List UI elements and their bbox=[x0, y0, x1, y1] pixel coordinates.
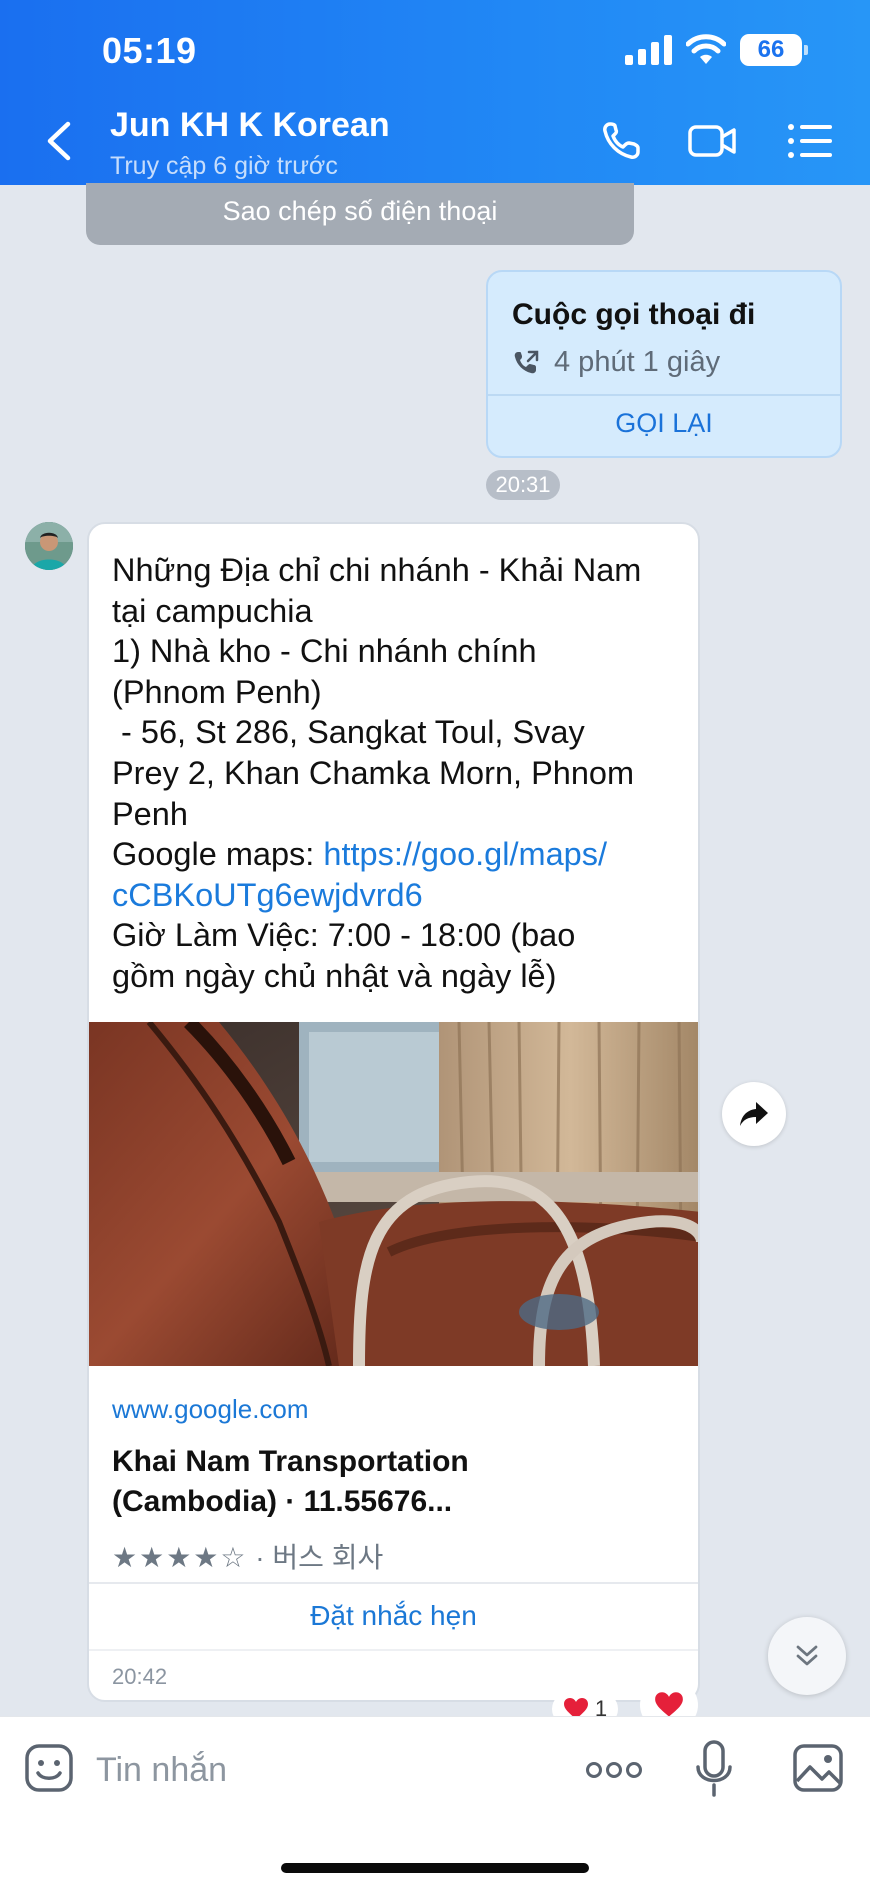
gallery-icon[interactable] bbox=[792, 1743, 844, 1793]
scroll-to-bottom-button[interactable] bbox=[768, 1617, 846, 1695]
call-divider bbox=[488, 394, 840, 396]
contact-name[interactable]: Jun KH K Korean bbox=[110, 106, 390, 145]
composer-bar bbox=[0, 1716, 870, 1883]
chevron-double-down-icon bbox=[796, 1645, 818, 1666]
call-timestamp: 20:31 bbox=[486, 470, 560, 500]
menu-icon[interactable] bbox=[786, 118, 836, 164]
hours-line: gồm ngày chủ nhật và ngày lễ) bbox=[112, 957, 557, 994]
copy-phone-button[interactable]: Sao chép số điện thoại bbox=[86, 183, 634, 245]
last-seen-status: Truy cập 6 giờ trước bbox=[110, 152, 338, 180]
message-line: tại campuchia bbox=[112, 592, 313, 629]
preview-title[interactable]: Khai Nam Transportation (Cambodia) · 11.… bbox=[112, 1442, 672, 1522]
message-line: (Phnom Penh) bbox=[112, 673, 322, 710]
message-text: Những Địa chỉ chi nhánh - Khải Nam tại c… bbox=[112, 550, 682, 997]
call-title: Cuộc gọi thoại đi bbox=[512, 298, 756, 331]
footer-divider bbox=[89, 1649, 698, 1651]
message-bubble[interactable]: Những Địa chỉ chi nhánh - Khải Nam tại c… bbox=[87, 522, 700, 1702]
message-input[interactable] bbox=[96, 1743, 556, 1797]
heart-icon bbox=[655, 1692, 683, 1717]
maps-link[interactable]: https://goo.gl/maps/ bbox=[323, 836, 607, 872]
call-duration-row: 4 phút 1 giây bbox=[512, 346, 720, 379]
preview-domain[interactable]: www.google.com bbox=[112, 1394, 309, 1425]
video-icon[interactable] bbox=[688, 118, 738, 164]
hours-line: Giờ Làm Việc: 7:00 - 18:00 (bao bbox=[112, 917, 576, 954]
mic-icon[interactable] bbox=[694, 1739, 734, 1799]
preview-divider bbox=[89, 1582, 698, 1584]
preview-title-line: Khai Nam Transportation bbox=[112, 1445, 469, 1478]
call-duration: 4 phút 1 giây bbox=[554, 346, 721, 378]
rating-stars: ★★★★☆ bbox=[112, 1542, 248, 1573]
battery-indicator: 66 bbox=[740, 34, 808, 66]
status-time: 05:19 bbox=[102, 30, 197, 71]
maps-line: Google maps: https://goo.gl/maps/ bbox=[112, 834, 682, 875]
message-time: 20:42 bbox=[112, 1664, 168, 1689]
back-icon[interactable] bbox=[40, 118, 80, 164]
message-line: 1) Nhà kho - Chi nhánh chính bbox=[112, 633, 537, 670]
signal-icon bbox=[625, 35, 672, 65]
link-preview-image[interactable] bbox=[89, 1022, 700, 1366]
preview-category: · 버스 회사 bbox=[247, 1542, 384, 1573]
message-line: - 56, St 286, Sangkat Toul, Svay bbox=[112, 714, 585, 751]
message-line: Những Địa chỉ chi nhánh - Khải Nam bbox=[112, 552, 642, 588]
message-line: Penh bbox=[112, 795, 188, 832]
avatar[interactable] bbox=[25, 522, 73, 570]
message-line: Prey 2, Khan Chamka Morn, Phnom bbox=[112, 754, 635, 791]
home-indicator bbox=[281, 1863, 589, 1873]
maps-prefix: Google maps: bbox=[112, 836, 324, 873]
forward-icon bbox=[740, 1102, 768, 1126]
wifi-icon bbox=[686, 34, 726, 64]
more-icon[interactable] bbox=[584, 1747, 644, 1793]
call-back-button[interactable]: GỌI LẠI bbox=[488, 408, 840, 439]
chat-header: 05:19 66 Jun KH K Korean Truy cập 6 giờ … bbox=[0, 0, 870, 185]
maps-link-continued[interactable]: cCBKoUTg6ewjdvrd6 bbox=[112, 875, 682, 916]
forward-button[interactable] bbox=[722, 1082, 786, 1146]
preview-rating: ★★★★☆ · 버스 회사 bbox=[112, 1536, 383, 1576]
phone-icon[interactable] bbox=[598, 118, 648, 164]
call-card: Cuộc gọi thoại đi 4 phút 1 giây GỌI LẠI bbox=[486, 270, 842, 458]
emoji-icon[interactable] bbox=[24, 1743, 74, 1793]
preview-title-line: (Cambodia) · 11.55676... bbox=[112, 1485, 453, 1518]
phone-outgoing-icon bbox=[514, 350, 539, 373]
set-reminder-button[interactable]: Đặt nhắc hẹn bbox=[89, 1600, 698, 1632]
